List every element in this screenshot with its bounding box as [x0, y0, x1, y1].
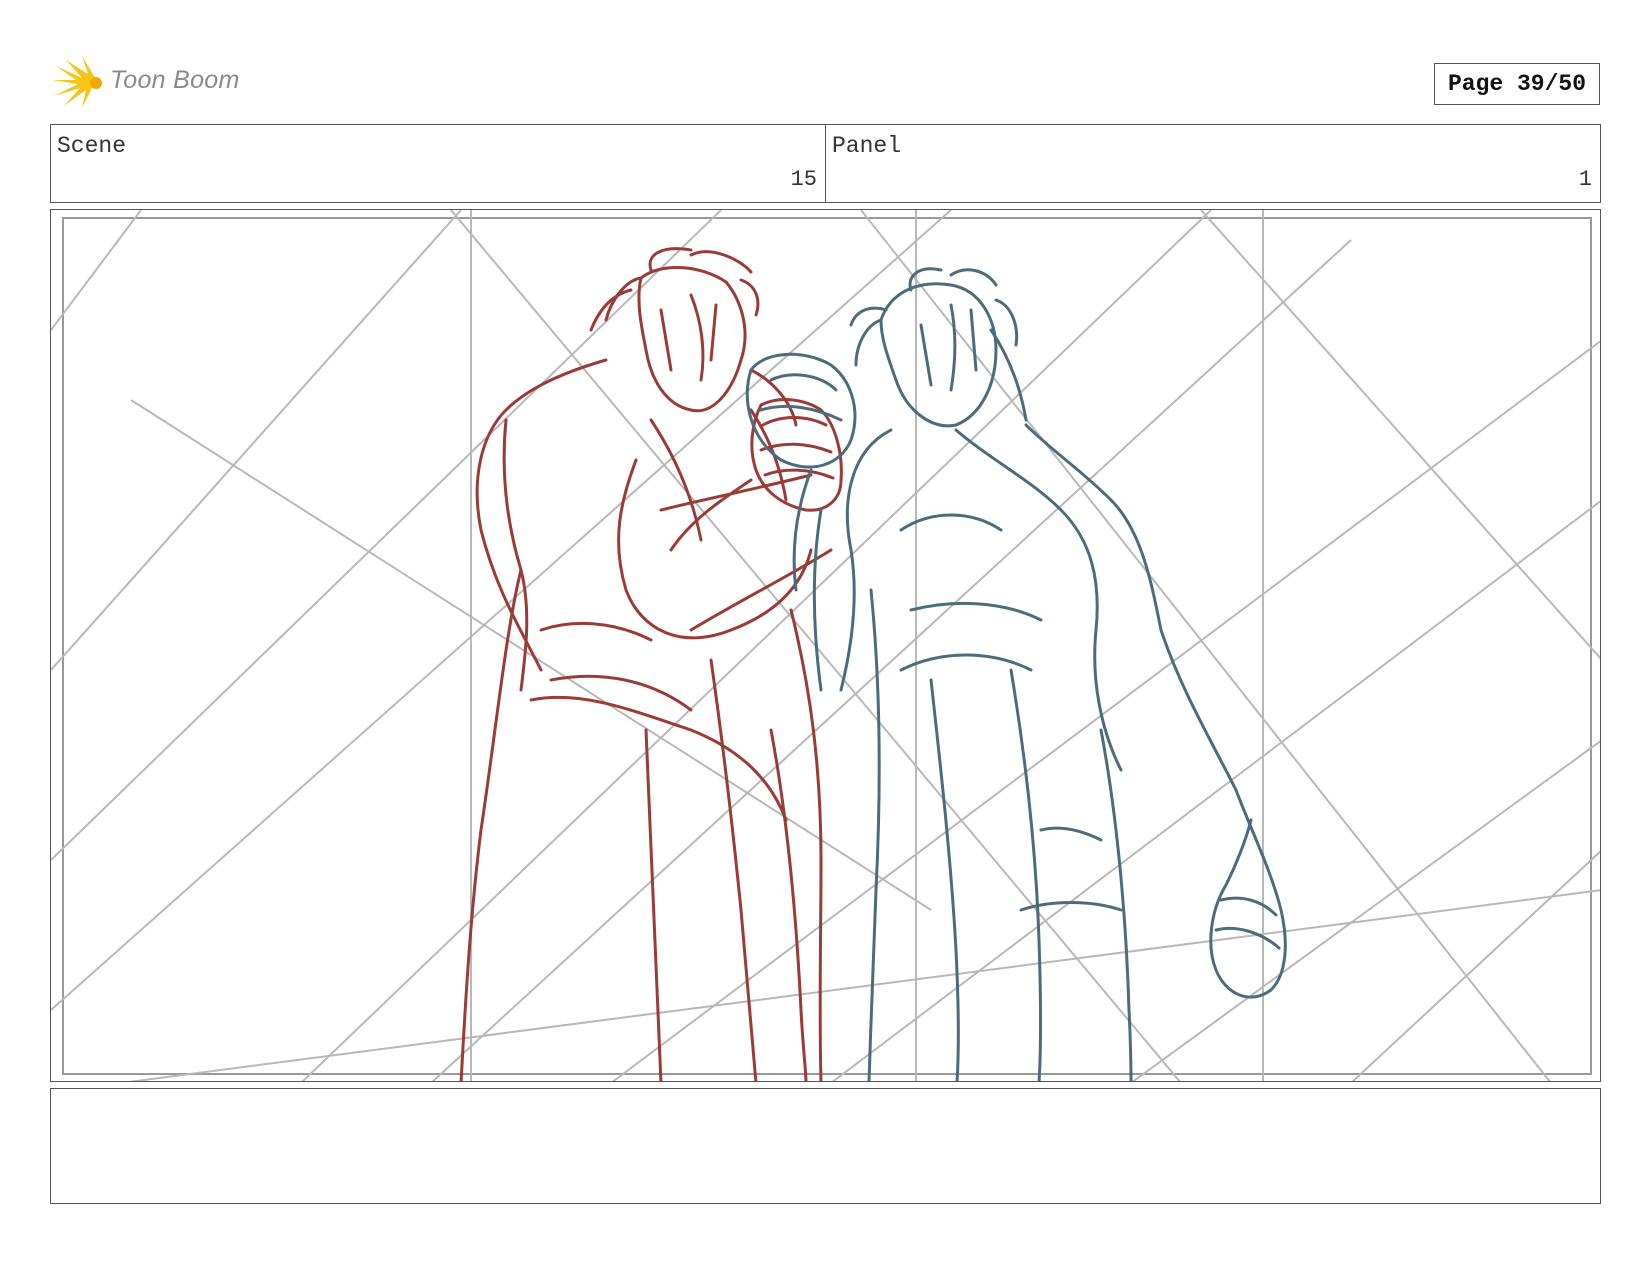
- scene-panel-info: Scene 15 Panel 1: [50, 124, 1601, 203]
- perspective-guides: [51, 210, 1600, 1081]
- toon-boom-logo: Toon Boom: [52, 56, 252, 112]
- panel-label: Panel: [832, 133, 902, 159]
- logo-text: Toon Boom: [110, 66, 240, 94]
- character-left-sketch: [459, 247, 833, 1081]
- character-right-sketch: [745, 267, 1287, 1081]
- panel-cell: Panel 1: [825, 125, 1600, 202]
- scene-label: Scene: [57, 133, 127, 159]
- storyboard-panel: [50, 209, 1601, 1082]
- storyboard-sketch: [51, 210, 1600, 1081]
- notes-area[interactable]: [50, 1088, 1601, 1204]
- scene-cell: Scene 15: [51, 125, 825, 202]
- scene-number: 15: [790, 167, 817, 192]
- logo-burst-icon: [52, 56, 102, 108]
- panel-number: 1: [1578, 167, 1592, 192]
- safe-frame: [62, 217, 1592, 1075]
- fist-sketch: [750, 398, 843, 512]
- page-indicator: Page 39/50: [1434, 63, 1600, 105]
